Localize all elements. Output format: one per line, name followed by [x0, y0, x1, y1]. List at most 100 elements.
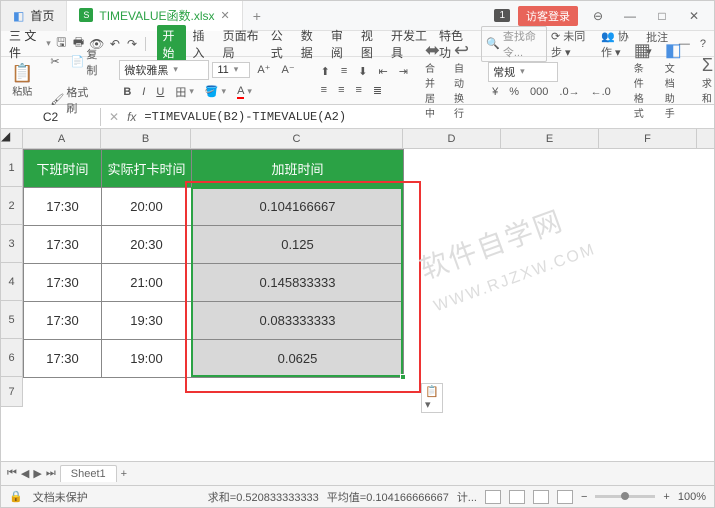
sheet-nav-prev-icon[interactable]: ◀ [21, 467, 29, 480]
paste-options-button[interactable]: 📋▾ [421, 383, 443, 413]
row-header-2[interactable]: 2 [1, 187, 23, 225]
view-break-icon[interactable] [533, 490, 549, 504]
cell[interactable]: 19:00 [102, 340, 192, 378]
ribbon-tab-insert[interactable]: 插入 [188, 25, 216, 63]
number-format-select[interactable]: 常规▾ [488, 62, 558, 82]
border-button[interactable]: 田▾ [171, 82, 198, 102]
dec-dec-icon[interactable]: ←.0 [587, 84, 615, 100]
cut-button[interactable]: ✂ [46, 53, 63, 70]
sheet-nav-first-icon[interactable]: ⏮ [7, 467, 17, 480]
row-header-3[interactable]: 3 [1, 225, 23, 263]
sheet-nav-next-icon[interactable]: ▶ [33, 467, 41, 480]
paste-button[interactable]: 📋粘贴 [7, 62, 37, 100]
cell[interactable]: 17:30 [24, 264, 102, 302]
header-offtime[interactable]: 下班时间 [24, 150, 102, 188]
ribbon-tab-view[interactable]: 视图 [356, 25, 384, 63]
cell[interactable]: 20:30 [102, 226, 192, 264]
zoom-out-icon[interactable]: − [581, 491, 587, 503]
indent-dec-icon[interactable]: ⇤ [375, 63, 392, 80]
minimize-icon[interactable]: — [618, 9, 642, 23]
col-header-F[interactable]: F [599, 129, 697, 148]
italic-button[interactable]: I [138, 84, 149, 100]
col-header-A[interactable]: A [23, 129, 101, 148]
undo-icon[interactable]: ↶ [108, 37, 121, 51]
view-read-icon[interactable] [557, 490, 573, 504]
header-clocktime[interactable]: 实际打卡时间 [102, 150, 192, 188]
align-bot-icon[interactable]: ⬇ [354, 63, 371, 80]
sum-button[interactable]: Σ求和 [698, 54, 715, 107]
view-normal-icon[interactable] [485, 490, 501, 504]
cell[interactable]: 0.125 [192, 226, 404, 264]
feedback-icon[interactable]: ⊖ [586, 9, 610, 23]
cell[interactable]: 20:00 [102, 188, 192, 226]
cell[interactable]: 19:30 [102, 302, 192, 340]
font-select[interactable]: 微软雅黑▾ [119, 60, 209, 80]
ribbon-tab-data[interactable]: 数据 [296, 25, 324, 63]
fill-color-button[interactable]: 🪣▾ [201, 83, 230, 100]
close-window-icon[interactable]: ✕ [682, 9, 706, 23]
close-tab-icon[interactable]: ✕ [221, 9, 230, 22]
cell[interactable]: 0.104166667 [192, 188, 404, 226]
sync-status[interactable]: ⟳ 未同步 ▾ [551, 28, 591, 60]
col-header-B[interactable]: B [101, 129, 191, 148]
font-size-select[interactable]: 11▾ [212, 62, 250, 78]
status-sum[interactable]: 求和=0.520833333333 [208, 489, 319, 505]
cell[interactable]: 0.083333333 [192, 302, 404, 340]
sheet-tab[interactable]: Sheet1 [60, 465, 117, 482]
cell[interactable]: 17:30 [24, 226, 102, 264]
copy-button[interactable]: 📄 复制 [67, 44, 102, 80]
align-mid-icon[interactable]: ≡ [337, 63, 351, 79]
fx-cancel-icon[interactable]: ✕ [109, 110, 119, 124]
fx-icon[interactable]: fx [127, 110, 136, 124]
row-header-6[interactable]: 6 [1, 339, 23, 377]
row-header-4[interactable]: 4 [1, 263, 23, 301]
cell[interactable]: 17:30 [24, 302, 102, 340]
cell[interactable]: 0.0625 [192, 340, 404, 378]
underline-button[interactable]: U [152, 84, 168, 100]
font-grow-icon[interactable]: A⁺ [253, 61, 274, 78]
zoom-level[interactable]: 100% [678, 491, 706, 503]
formula-input[interactable]: =TIMEVALUE(B2)-TIMEVALUE(A2) [144, 110, 346, 124]
dec-inc-icon[interactable]: .0→ [555, 84, 583, 100]
view-page-icon[interactable] [509, 490, 525, 504]
align-center-icon[interactable]: ≡ [334, 82, 348, 98]
command-search[interactable]: 🔍 查找命令... [481, 26, 547, 62]
sheet-nav-last-icon[interactable]: ⏭ [46, 467, 56, 480]
file-menu[interactable]: 三 文件 [9, 27, 41, 61]
percent-icon[interactable]: % [505, 84, 523, 100]
currency-icon[interactable]: ¥ [488, 84, 502, 100]
redo-icon[interactable]: ↷ [125, 37, 138, 51]
row-header-7[interactable]: 7 [1, 377, 23, 407]
row-header-1[interactable]: 1 [1, 149, 23, 187]
align-right-icon[interactable]: ≡ [352, 82, 366, 98]
align-left-icon[interactable]: ≡ [317, 82, 331, 98]
guest-login-button[interactable]: 访客登录 [518, 6, 578, 26]
zoom-slider[interactable] [595, 495, 655, 498]
zoom-in-icon[interactable]: + [663, 491, 669, 503]
ribbon-tab-start[interactable]: 开始 [157, 25, 185, 63]
ribbon-tab-review[interactable]: 审阅 [326, 25, 354, 63]
col-header-E[interactable]: E [501, 129, 599, 148]
cell[interactable]: 17:30 [24, 188, 102, 226]
comma-icon[interactable]: 000 [526, 84, 552, 100]
col-header-D[interactable]: D [403, 129, 501, 148]
fill-handle[interactable] [400, 374, 406, 380]
add-tab-button[interactable]: + [243, 8, 271, 24]
col-header-C[interactable]: C [191, 129, 403, 148]
font-color-button[interactable]: A▾ [233, 83, 256, 101]
indent-inc-icon[interactable]: ⇥ [395, 63, 412, 80]
cell[interactable]: 17:30 [24, 340, 102, 378]
menu-help-icon[interactable]: ? [700, 38, 706, 50]
status-count[interactable]: 计... [457, 489, 477, 505]
ribbon-tab-layout[interactable]: 页面布局 [218, 25, 264, 63]
add-sheet-button[interactable]: + [121, 468, 127, 480]
row-header-5[interactable]: 5 [1, 301, 23, 339]
bold-button[interactable]: B [119, 84, 135, 100]
font-shrink-icon[interactable]: A⁻ [278, 61, 299, 78]
header-overtime[interactable]: 加班时间 [192, 150, 404, 188]
cell[interactable]: 21:00 [102, 264, 192, 302]
select-all-corner[interactable]: ◢ [1, 129, 23, 148]
align-just-icon[interactable]: ≣ [369, 82, 386, 99]
notification-badge[interactable]: 1 [494, 9, 510, 22]
align-top-icon[interactable]: ⬆ [317, 63, 334, 80]
